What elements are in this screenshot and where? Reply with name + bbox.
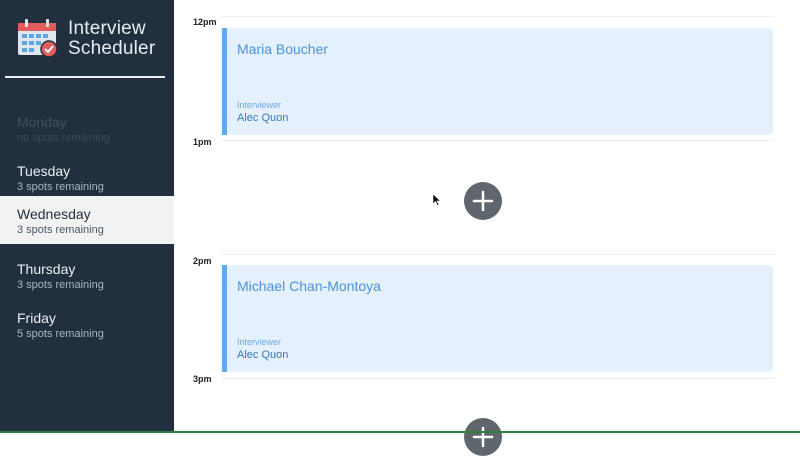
hour-divider [222, 140, 774, 141]
add-appointment-button[interactable] [464, 418, 502, 456]
time-label-2pm: 2pm [193, 256, 212, 266]
mouse-cursor-icon [433, 194, 441, 206]
calendar-check-icon [18, 19, 58, 58]
time-label-3pm: 3pm [193, 374, 212, 384]
day-name: Friday [17, 310, 56, 326]
interviewer-label: Interviewer [237, 337, 282, 347]
brand: Interview Scheduler [0, 0, 174, 80]
time-label-1pm: 1pm [193, 137, 212, 147]
hour-divider [222, 254, 774, 255]
day-item-wednesday[interactable]: Wednesday 3 spots remaining [0, 196, 174, 244]
interviewer-name: Alec Quon [237, 112, 289, 124]
day-item-thursday[interactable]: Thursday 3 spots remaining [0, 251, 174, 299]
plus-icon [472, 190, 494, 212]
time-label-12pm: 12pm [193, 17, 217, 27]
app-title-line2: Scheduler [68, 38, 156, 59]
app-title-line1: Interview [68, 18, 146, 39]
hour-divider [222, 378, 774, 379]
app-title: Interview Scheduler [68, 19, 155, 59]
day-name: Monday [17, 114, 67, 130]
sidebar: Interview Scheduler Monday no spots rema… [0, 0, 174, 433]
student-name: Michael Chan-Montoya [237, 278, 381, 294]
day-spots: 3 spots remaining [17, 181, 104, 193]
schedule: 12pm Maria Boucher Interviewer Alec Quon… [174, 0, 800, 456]
hour-divider [222, 16, 774, 17]
day-spots: 3 spots remaining [17, 279, 104, 291]
day-item-monday[interactable]: Monday no spots remaining [0, 104, 174, 152]
day-spots: no spots remaining [17, 132, 110, 144]
appointment-card[interactable]: Michael Chan-Montoya Interviewer Alec Qu… [222, 265, 773, 372]
add-appointment-button[interactable] [464, 182, 502, 220]
appointment-card[interactable]: Maria Boucher Interviewer Alec Quon [222, 28, 773, 135]
day-name: Wednesday [17, 206, 91, 222]
interviewer-label: Interviewer [237, 100, 282, 110]
day-item-friday[interactable]: Friday 5 spots remaining [0, 300, 174, 348]
day-name: Tuesday [17, 163, 71, 179]
day-item-tuesday[interactable]: Tuesday 3 spots remaining [0, 153, 174, 201]
brand-divider [5, 76, 165, 78]
student-name: Maria Boucher [237, 41, 329, 57]
interviewer-name: Alec Quon [237, 349, 289, 361]
day-spots: 3 spots remaining [17, 224, 104, 236]
day-name: Thursday [17, 261, 76, 277]
plus-icon [472, 426, 494, 448]
day-spots: 5 spots remaining [17, 328, 104, 340]
